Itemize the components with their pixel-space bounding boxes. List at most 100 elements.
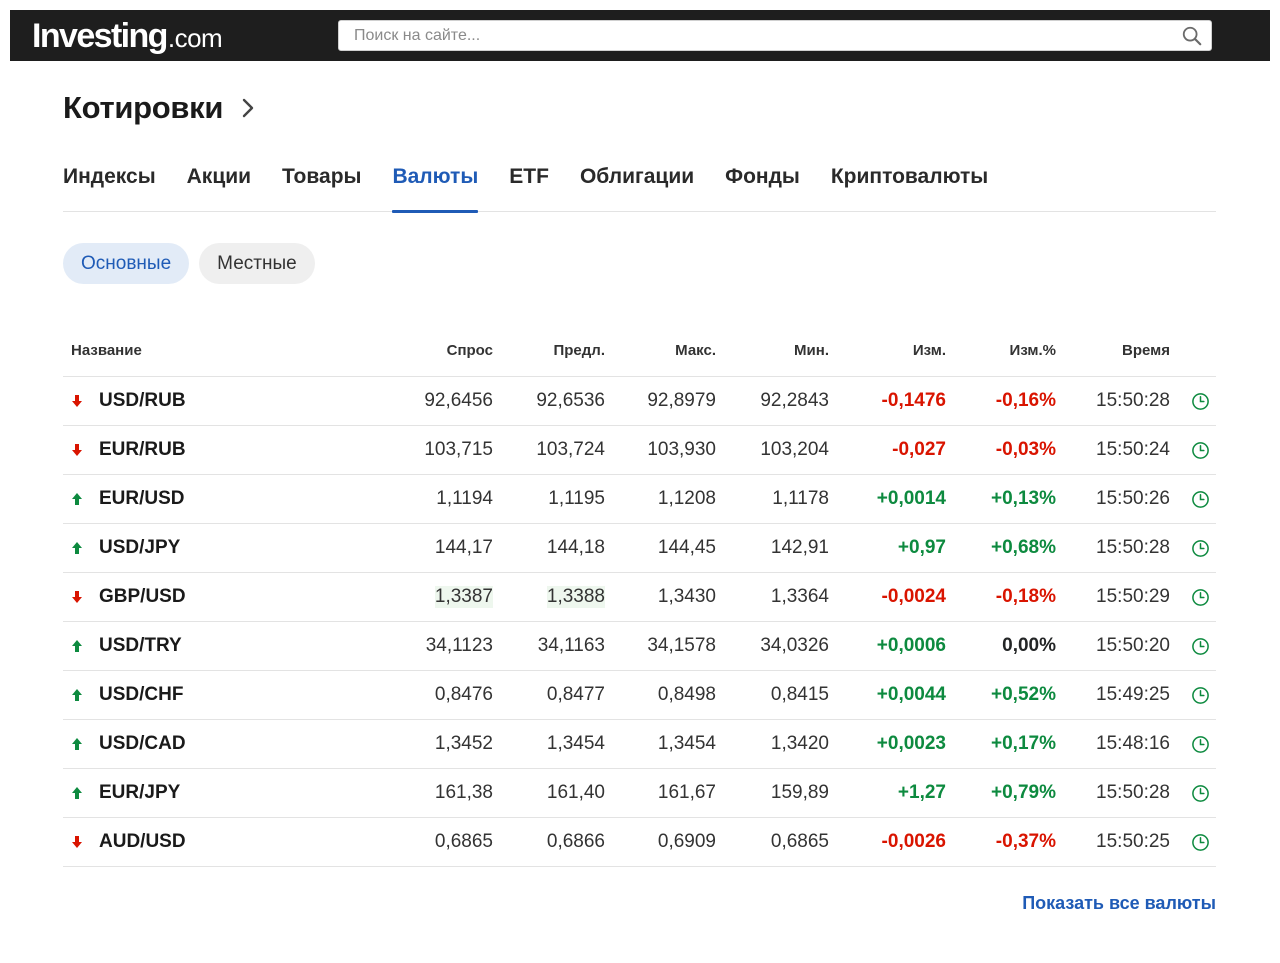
tab-5[interactable]: Облигации (580, 160, 694, 212)
high-value: 103,930 (647, 439, 716, 460)
time-value: 15:50:26 (1096, 488, 1170, 509)
tab-6[interactable]: Фонды (725, 160, 800, 212)
change-pct-value: +0,13% (991, 488, 1056, 509)
change-pct-value: +0,17% (991, 733, 1056, 754)
ask-value: 0,6866 (546, 831, 605, 852)
pair-name[interactable]: USD/TRY (99, 635, 182, 657)
page-title-link[interactable]: Котировки (63, 90, 255, 126)
logo-brand: Investing (32, 17, 168, 55)
ask-value: 1,3454 (546, 733, 605, 754)
arrow-up-icon (72, 493, 82, 505)
header-time[interactable]: Время (1122, 342, 1170, 359)
pair-name[interactable]: EUR/USD (99, 488, 185, 510)
bid-value: 1,3387 (434, 586, 493, 608)
arrow-up-icon (72, 738, 82, 750)
pair-name[interactable]: USD/CAD (99, 733, 186, 755)
header-name[interactable]: Название (71, 342, 142, 359)
table-row[interactable]: AUD/USD 0,6865 0,6866 0,6909 0,6865 -0,0026 -0… (63, 818, 1216, 867)
high-value: 1,3430 (657, 586, 716, 607)
tab-4[interactable]: ETF (509, 160, 549, 212)
bid-value: 1,3452 (434, 733, 493, 754)
show-all-currencies-link[interactable]: Показать все валюты (1022, 893, 1216, 914)
pair-name[interactable]: USD/JPY (99, 537, 180, 559)
table-row[interactable]: USD/TRY 34,1123 34,1163 34,1578 34,0326 +0,00… (63, 622, 1216, 671)
header-low[interactable]: Мин. (794, 342, 829, 359)
site-logo[interactable]: Investing .com (32, 17, 223, 55)
header-ask[interactable]: Предл. (553, 342, 605, 359)
arrow-up-icon (72, 542, 82, 554)
time-value: 15:50:24 (1096, 439, 1170, 460)
high-value: 144,45 (657, 537, 716, 558)
pair-name[interactable]: AUD/USD (99, 831, 186, 853)
header-change-pct[interactable]: Изм.% (1010, 342, 1056, 359)
clock-icon (1192, 785, 1209, 802)
arrow-down-icon (72, 591, 82, 603)
tab-1[interactable]: Акции (187, 160, 251, 212)
pill-0[interactable]: Основные (63, 243, 190, 284)
clock-icon (1192, 540, 1209, 557)
filter-pills: Основные Местные (63, 243, 315, 284)
time-value: 15:50:28 (1096, 782, 1170, 803)
time-value: 15:48:16 (1096, 733, 1170, 754)
low-value: 103,204 (760, 439, 829, 460)
clock-icon (1192, 491, 1209, 508)
low-value: 1,3364 (770, 586, 829, 607)
pair-name[interactable]: USD/RUB (99, 390, 186, 412)
arrow-down-icon (72, 836, 82, 848)
clock-icon (1192, 589, 1209, 606)
high-value: 0,8498 (657, 684, 716, 705)
arrow-up-icon (72, 787, 82, 799)
tab-0[interactable]: Индексы (63, 160, 156, 212)
time-value: 15:49:25 (1096, 684, 1170, 705)
bid-value: 1,1194 (436, 488, 493, 509)
tab-2[interactable]: Товары (282, 160, 361, 212)
change-value: +1,27 (897, 782, 946, 803)
search-icon[interactable] (1181, 25, 1203, 47)
pair-name[interactable]: USD/CHF (99, 684, 183, 706)
tab-3[interactable]: Валюты (392, 160, 478, 213)
low-value: 1,3420 (770, 733, 829, 754)
arrow-down-icon (72, 444, 82, 456)
table-row[interactable]: USD/CAD 1,3452 1,3454 1,3454 1,3420 +0,0023 +0… (63, 720, 1216, 769)
clock-icon (1192, 638, 1209, 655)
table-row[interactable]: EUR/USD 1,1194 1,1195 1,1208 1,1178 +0,0014 +0… (63, 475, 1216, 524)
bid-value: 92,6456 (424, 390, 493, 411)
currency-table: Название Спрос Предл. Макс. Мин. Изм. Из… (63, 328, 1216, 867)
change-pct-value: -0,37% (995, 831, 1056, 852)
ask-value: 1,3388 (546, 586, 605, 608)
change-pct-value: +0,68% (991, 537, 1056, 558)
pill-1[interactable]: Местные (199, 243, 315, 284)
tab-7[interactable]: Криптовалюты (831, 160, 988, 212)
arrow-up-icon (72, 640, 82, 652)
low-value: 142,91 (770, 537, 829, 558)
pair-name[interactable]: EUR/RUB (99, 439, 186, 461)
low-value: 159,89 (770, 782, 829, 803)
table-row[interactable]: USD/JPY 144,17 144,18 144,45 142,91 +0,97 +0,6… (63, 524, 1216, 573)
category-tabs: Индексы Акции Товары Валюты ETF Облигации Фонд… (63, 160, 1216, 213)
ask-value: 34,1163 (537, 635, 605, 656)
header-bid[interactable]: Спрос (447, 342, 493, 359)
ask-value: 1,1195 (548, 488, 605, 509)
top-header: Investing .com (10, 10, 1270, 61)
table-row[interactable]: EUR/RUB 103,715 103,724 103,930 103,204 -0,02… (63, 426, 1216, 475)
table-row[interactable]: GBP/USD 1,3387 1,3388 1,3430 1,3364 -0,0024 -0… (63, 573, 1216, 622)
header-high[interactable]: Макс. (675, 342, 716, 359)
change-value: +0,97 (897, 537, 946, 558)
table-body: USD/RUB 92,6456 92,6536 92,8979 92,2843 -0,14… (63, 377, 1216, 867)
high-value: 92,8979 (647, 390, 716, 411)
table-row[interactable]: USD/CHF 0,8476 0,8477 0,8498 0,8415 +0,0044 +0… (63, 671, 1216, 720)
clock-icon (1192, 736, 1209, 753)
time-value: 15:50:29 (1096, 586, 1170, 607)
table-row[interactable]: USD/RUB 92,6456 92,6536 92,8979 92,2843 -0,14… (63, 377, 1216, 426)
pair-name[interactable]: EUR/JPY (99, 782, 180, 804)
search-input[interactable] (339, 21, 1159, 50)
bid-value: 0,8476 (434, 684, 493, 705)
clock-icon (1192, 834, 1209, 851)
low-value: 1,1178 (772, 488, 829, 509)
high-value: 161,67 (657, 782, 716, 803)
ask-value: 144,18 (546, 537, 605, 558)
pair-name[interactable]: GBP/USD (99, 586, 186, 608)
page-title: Котировки (63, 90, 224, 125)
header-change[interactable]: Изм. (913, 342, 946, 359)
table-row[interactable]: EUR/JPY 161,38 161,40 161,67 159,89 +1,27 +0,7… (63, 769, 1216, 818)
